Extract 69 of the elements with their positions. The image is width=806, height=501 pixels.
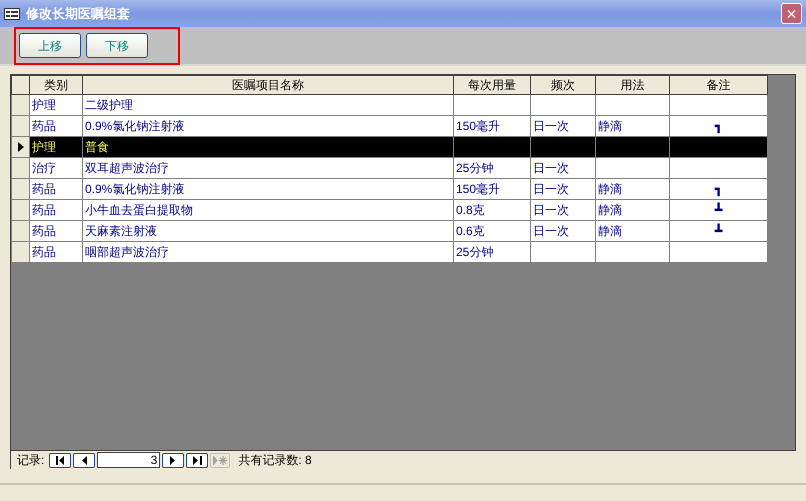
table-cell: 双耳超声波治疗: [85, 161, 169, 175]
table-cell: 日一次: [533, 161, 569, 175]
table-cell: 药品: [32, 119, 56, 133]
table-cell: 0.9%氯化钠注射液: [85, 182, 184, 196]
table-cell: 150毫升: [456, 119, 500, 133]
row-selector[interactable]: [12, 136, 30, 158]
record-label: 记录:: [17, 452, 44, 469]
table-cell: 治疗: [32, 161, 56, 175]
table-cell: 0.6克: [456, 224, 485, 238]
row-selector[interactable]: [12, 94, 30, 116]
previous-icon: [81, 456, 88, 464]
table-cell: 日一次: [533, 224, 569, 238]
move-button[interactable]: 上移: [19, 33, 81, 58]
table-row[interactable]: 药品 0.9%氯化钠注射液 150毫升 日一次 静滴 ┓: [12, 178, 768, 200]
table-row[interactable]: 药品 小牛血去蛋白提取物 0.8克 日一次 静滴 ┻: [12, 200, 768, 220]
last-record-button[interactable]: [186, 452, 208, 468]
form-icon: [4, 8, 20, 20]
record-count: 共有记录数: 8: [238, 452, 312, 469]
table-cell: 天麻素注射液: [85, 224, 157, 238]
table-cell: 静滴: [598, 203, 622, 217]
table-cell: 静滴: [598, 224, 622, 238]
next-record-button[interactable]: [162, 452, 184, 468]
table-cell: 25分钟: [456, 245, 494, 259]
table-cell: 护理: [32, 98, 56, 112]
table-cell: 静滴: [598, 119, 622, 133]
table-cell: 普食: [85, 140, 109, 154]
table-row[interactable]: 护理 普食: [12, 136, 768, 158]
record-number-field[interactable]: 3: [97, 452, 160, 468]
column-header: 频次: [530, 76, 596, 94]
window-title: 修改长期医嘱组套: [26, 4, 131, 23]
table-cell: 静滴: [598, 182, 622, 196]
first-icon: [56, 456, 65, 464]
table-cell: 0.9%氯化钠注射液: [85, 119, 184, 133]
next-icon: [170, 456, 176, 464]
table-cell: 日一次: [533, 203, 569, 217]
note-mark: ┓: [715, 119, 722, 133]
table-cell: 咽部超声波治疗: [85, 245, 169, 259]
first-record-button[interactable]: [49, 452, 72, 468]
table-cell: 150毫升: [456, 182, 500, 196]
column-header: 类别: [30, 76, 82, 94]
table-cell: 护理: [32, 140, 56, 154]
current-row-icon: [18, 142, 24, 152]
column-header: 用法: [596, 76, 670, 94]
column-header: 医嘱项目名称: [82, 76, 454, 94]
note-mark: ┻: [715, 224, 722, 238]
previous-record-button[interactable]: [73, 452, 96, 468]
new-record-icon: [213, 456, 228, 464]
table-cell: 小牛血去蛋白提取物: [85, 203, 193, 217]
table-row[interactable]: 药品 天麻素注射液 0.6克 日一次 静滴 ┻: [12, 220, 768, 242]
table-cell: 日一次: [533, 182, 569, 196]
table-row[interactable]: 治疗 双耳超声波治疗 25分钟 日一次: [12, 158, 768, 178]
table-row[interactable]: 护理 二级护理: [12, 94, 768, 116]
note-mark: ┻: [715, 203, 722, 217]
table-cell: 日一次: [533, 119, 569, 133]
table-row[interactable]: 药品 0.9%氯化钠注射液 150毫升 日一次 静滴 ┓: [12, 116, 768, 136]
note-mark: ┓: [715, 182, 722, 196]
move-button[interactable]: 下移: [86, 33, 148, 58]
table-cell: 0.8克: [456, 203, 485, 217]
table-cell: 药品: [32, 182, 56, 196]
table-cell: 药品: [32, 224, 56, 238]
close-button[interactable]: ×: [781, 3, 802, 24]
last-icon: [192, 456, 202, 464]
table-row[interactable]: 药品 咽部超声波治疗 25分钟: [12, 242, 768, 262]
table-cell: 25分钟: [456, 161, 494, 175]
column-header: 备注: [670, 76, 768, 94]
table-cell: 二级护理: [85, 98, 133, 112]
column-header: 每次用量: [454, 76, 530, 94]
table-cell: 药品: [32, 203, 56, 217]
table-cell: 药品: [32, 245, 56, 259]
